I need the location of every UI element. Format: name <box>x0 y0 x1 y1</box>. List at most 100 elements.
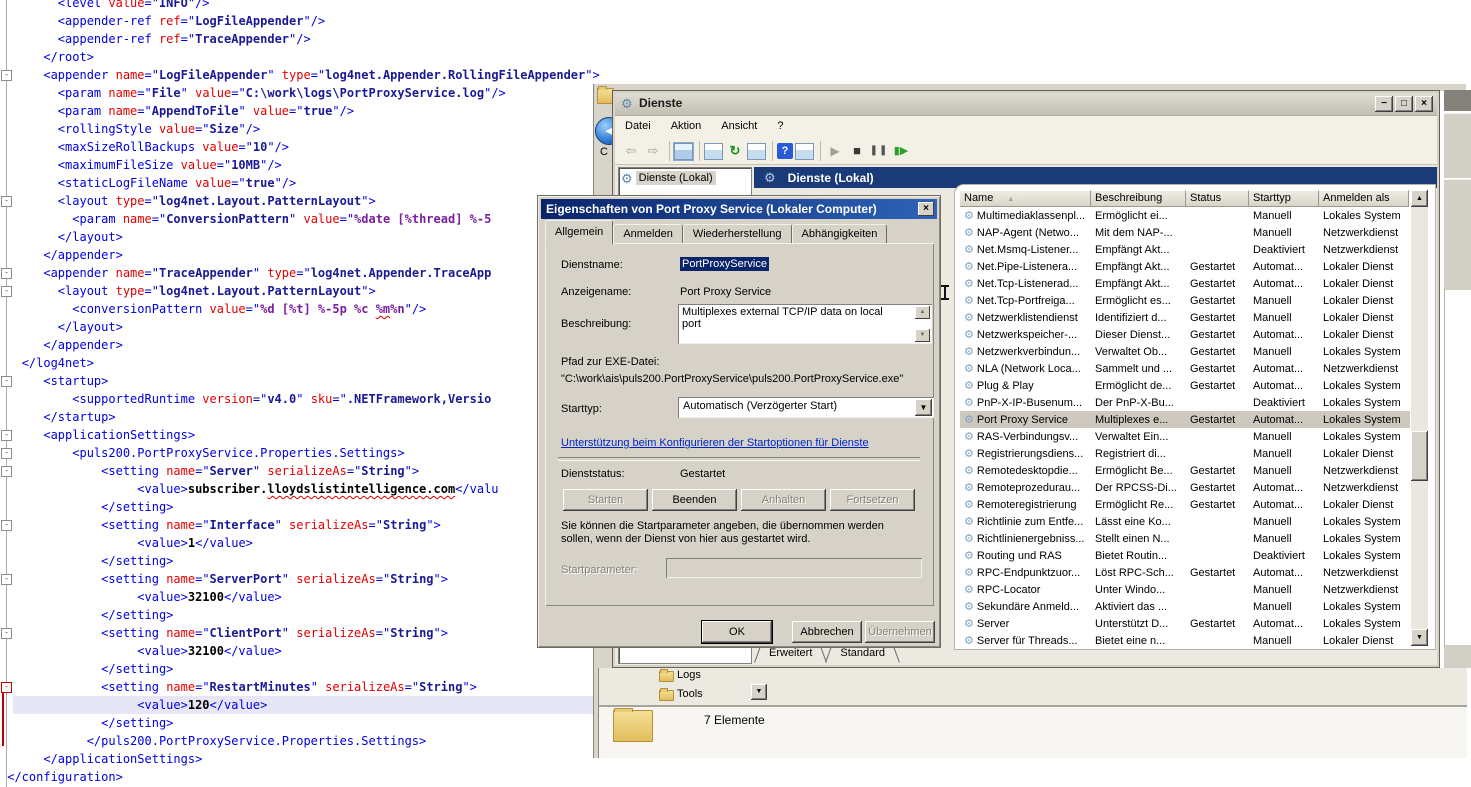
forward-icon[interactable]: ⇨ <box>643 142 663 160</box>
tab-wiederherstellung[interactable]: Wiederherstellung <box>683 224 792 244</box>
stop-service-icon[interactable]: ■ <box>847 142 867 160</box>
service-cell: Lokales System <box>1319 380 1409 392</box>
tab-allgemein[interactable]: Allgemein <box>545 220 613 244</box>
ok-button[interactable]: OK <box>702 621 772 643</box>
explorer-tree-item[interactable]: Tools <box>677 688 703 700</box>
service-row[interactable]: Richtlinienergebniss...Stellt einen N...… <box>960 530 1410 547</box>
dropdown-arrow-button[interactable]: ▼ <box>751 684 767 700</box>
service-row[interactable]: Netzwerkverbindun...Verwaltet Ob...Gesta… <box>960 343 1410 360</box>
service-row[interactable]: Plug & PlayErmöglicht de...GestartetAuto… <box>960 377 1410 394</box>
service-row[interactable]: NAP-Agent (Netwo...Mit dem NAP-...Manuel… <box>960 224 1410 241</box>
export-list-icon[interactable] <box>747 143 766 160</box>
column-header-status[interactable]: Status <box>1186 190 1249 207</box>
extended-view-icon[interactable] <box>795 143 814 160</box>
dialog-close-icon[interactable] <box>918 202 934 216</box>
pause-service-icon[interactable]: ❚❚ <box>869 142 889 160</box>
menu-ansicht[interactable]: Ansicht <box>711 116 767 137</box>
service-row[interactable]: Net.Tcp-Portfreiga...Ermöglicht es...Ges… <box>960 292 1410 309</box>
scroll-up-icon[interactable]: ▲ <box>1411 190 1428 207</box>
restart-service-icon[interactable]: ▮▶ <box>891 142 911 160</box>
collapse-box-icon[interactable]: - <box>1 268 12 279</box>
beenden-button[interactable]: Beenden <box>652 489 737 511</box>
service-row[interactable]: RemoteregistrierungErmöglicht Re...Gesta… <box>960 496 1410 513</box>
collapse-box-icon[interactable]: - <box>1 628 12 639</box>
scroll-down-icon[interactable]: ▼ <box>915 329 930 342</box>
fortsetzen-button[interactable]: Fortsetzen <box>830 489 915 511</box>
service-row[interactable]: NLA (Network Loca...Sammelt und ...Gesta… <box>960 360 1410 377</box>
abbrechen-button[interactable]: Abbrechen <box>792 621 862 643</box>
column-header-starttyp[interactable]: Starttyp <box>1249 190 1319 207</box>
service-row[interactable]: Net.Msmq-Listener...Empfängt Akt...Deakt… <box>960 241 1410 258</box>
chevron-down-icon[interactable] <box>915 399 932 416</box>
xml-code-editor[interactable]: <level value="INFO"/> <appender-ref ref=… <box>0 0 612 787</box>
collapse-box-icon[interactable]: - <box>1 286 12 297</box>
dialog-titlebar[interactable]: Eigenschaften von Port Proxy Service (Lo… <box>541 199 937 219</box>
service-row[interactable]: Net.Tcp-Listenerad...Empfängt Akt...Gest… <box>960 275 1410 292</box>
dienstname-value[interactable]: PortProxyService <box>680 257 769 271</box>
explorer-tree-item[interactable]: Logs <box>677 669 701 681</box>
service-cell: Lokales System <box>1319 210 1409 222</box>
starttyp-combobox[interactable]: Automatisch (Verzögerter Start) <box>678 397 934 418</box>
minimize-button[interactable] <box>1375 96 1393 112</box>
collapse-box-icon[interactable]: - <box>1 448 12 459</box>
anhalten-button[interactable]: Anhalten <box>741 489 826 511</box>
close-button[interactable] <box>1415 96 1433 112</box>
service-row[interactable]: NetzwerklistendienstIdentifiziert d...Ge… <box>960 309 1410 326</box>
service-row[interactable]: Sekundäre Anmeld...Aktiviert das ...Manu… <box>960 598 1410 615</box>
service-row[interactable]: Remoteprozedurau...Der RPCSS-Di...Gestar… <box>960 479 1410 496</box>
column-header-beschreibung[interactable]: Beschreibung <box>1091 190 1186 207</box>
services-scrollbar[interactable]: ▲ ▼ <box>1411 190 1428 646</box>
service-row[interactable]: Routing und RASBietet Routin...Deaktivie… <box>960 547 1410 564</box>
tab-anmelden[interactable]: Anmelden <box>613 224 683 244</box>
tree-item-dienste-lokal[interactable]: Dienste (Lokal) <box>621 171 716 185</box>
beschreibung-textbox[interactable]: Multiplexes external TCP/IP data on loca… <box>678 304 932 344</box>
back-icon[interactable]: ⇦ <box>621 142 641 160</box>
collapse-box-icon[interactable]: - <box>1 376 12 387</box>
scrollbar-thumb[interactable] <box>1411 431 1428 481</box>
service-row[interactable]: ServerUnterstützt D...GestartetAutomat..… <box>960 615 1410 632</box>
properties-icon[interactable] <box>704 143 723 160</box>
service-row[interactable]: PnP-X-IP-Busenum...Der PnP-X-Bu...Deakti… <box>960 394 1410 411</box>
tab-standard[interactable]: Standard <box>826 646 899 664</box>
service-row[interactable]: Multimediaklassenpl...Ermöglicht ei...Ma… <box>960 207 1410 224</box>
service-row[interactable]: Port Proxy ServiceMultiplexes e...Gestar… <box>960 411 1410 428</box>
starten-button[interactable]: Starten <box>563 489 648 511</box>
service-row[interactable]: Remotedesktopdie...Ermöglicht Be...Gesta… <box>960 462 1410 479</box>
column-header-name[interactable]: Name <box>960 190 1091 207</box>
collapse-box-icon[interactable]: - <box>1 682 12 693</box>
scroll-down-icon[interactable]: ▼ <box>1411 629 1428 646</box>
scroll-up-icon[interactable]: ▲ <box>915 306 930 319</box>
start-service-icon[interactable]: ▶ <box>825 142 845 160</box>
service-row[interactable]: RPC-LocatorUnter Windo...ManuellNetzwerk… <box>960 581 1410 598</box>
maximize-button[interactable] <box>1395 96 1413 112</box>
collapse-box-icon[interactable]: - <box>1 466 12 477</box>
service-row[interactable]: Net.Pipe-Listenera...Empfängt Akt...Gest… <box>960 258 1410 275</box>
service-row[interactable]: RAS-Verbindungsv...Verwaltet Ein...Manue… <box>960 428 1410 445</box>
startoptionen-help-link[interactable]: Unterstützung beim Konfigurieren der Sta… <box>561 437 869 449</box>
collapse-box-icon[interactable]: - <box>1 430 12 441</box>
service-row[interactable]: Richtlinie zum Entfe...Lässt eine Ko...M… <box>960 513 1410 530</box>
service-row[interactable]: Netzwerkspeicher-...Dieser Dienst...Gest… <box>960 326 1410 343</box>
services-window-titlebar[interactable]: Dienste <box>615 93 1437 116</box>
collapse-box-icon[interactable]: - <box>1 574 12 585</box>
service-row[interactable]: RPC-Endpunktzuor...Löst RPC-Sch...Gestar… <box>960 564 1410 581</box>
menu-aktion[interactable]: Aktion <box>661 116 712 137</box>
column-header-anmelden-als[interactable]: Anmelden als <box>1319 190 1409 207</box>
uebernehmen-button[interactable]: Übernehmen <box>865 621 935 643</box>
collapse-box-icon[interactable]: - <box>1 520 12 531</box>
refresh-icon[interactable]: ↻ <box>725 142 745 160</box>
menu-hilfe[interactable]: ? <box>767 116 793 137</box>
collapse-box-icon[interactable]: - <box>1 196 12 207</box>
startparameter-input[interactable] <box>666 558 922 578</box>
service-row[interactable]: Registrierungsdiens...Registriert di...M… <box>960 445 1410 462</box>
menu-datei[interactable]: Datei <box>615 116 661 137</box>
service-row[interactable]: Server für Threads...Bietet eine n...Man… <box>960 632 1410 649</box>
code-area[interactable]: <level value="INFO"/> <appender-ref ref=… <box>0 0 612 786</box>
tab-abhaengigkeiten[interactable]: Abhängigkeiten <box>792 224 888 244</box>
show-console-tree-icon[interactable] <box>674 143 693 160</box>
help-icon[interactable]: ? <box>777 143 793 159</box>
collapse-box-icon[interactable]: - <box>1 70 12 81</box>
tab-erweitert[interactable]: Erweitert <box>755 646 826 664</box>
code-line: </root> <box>0 48 612 66</box>
startparameter-label: Startparameter: <box>561 564 637 576</box>
